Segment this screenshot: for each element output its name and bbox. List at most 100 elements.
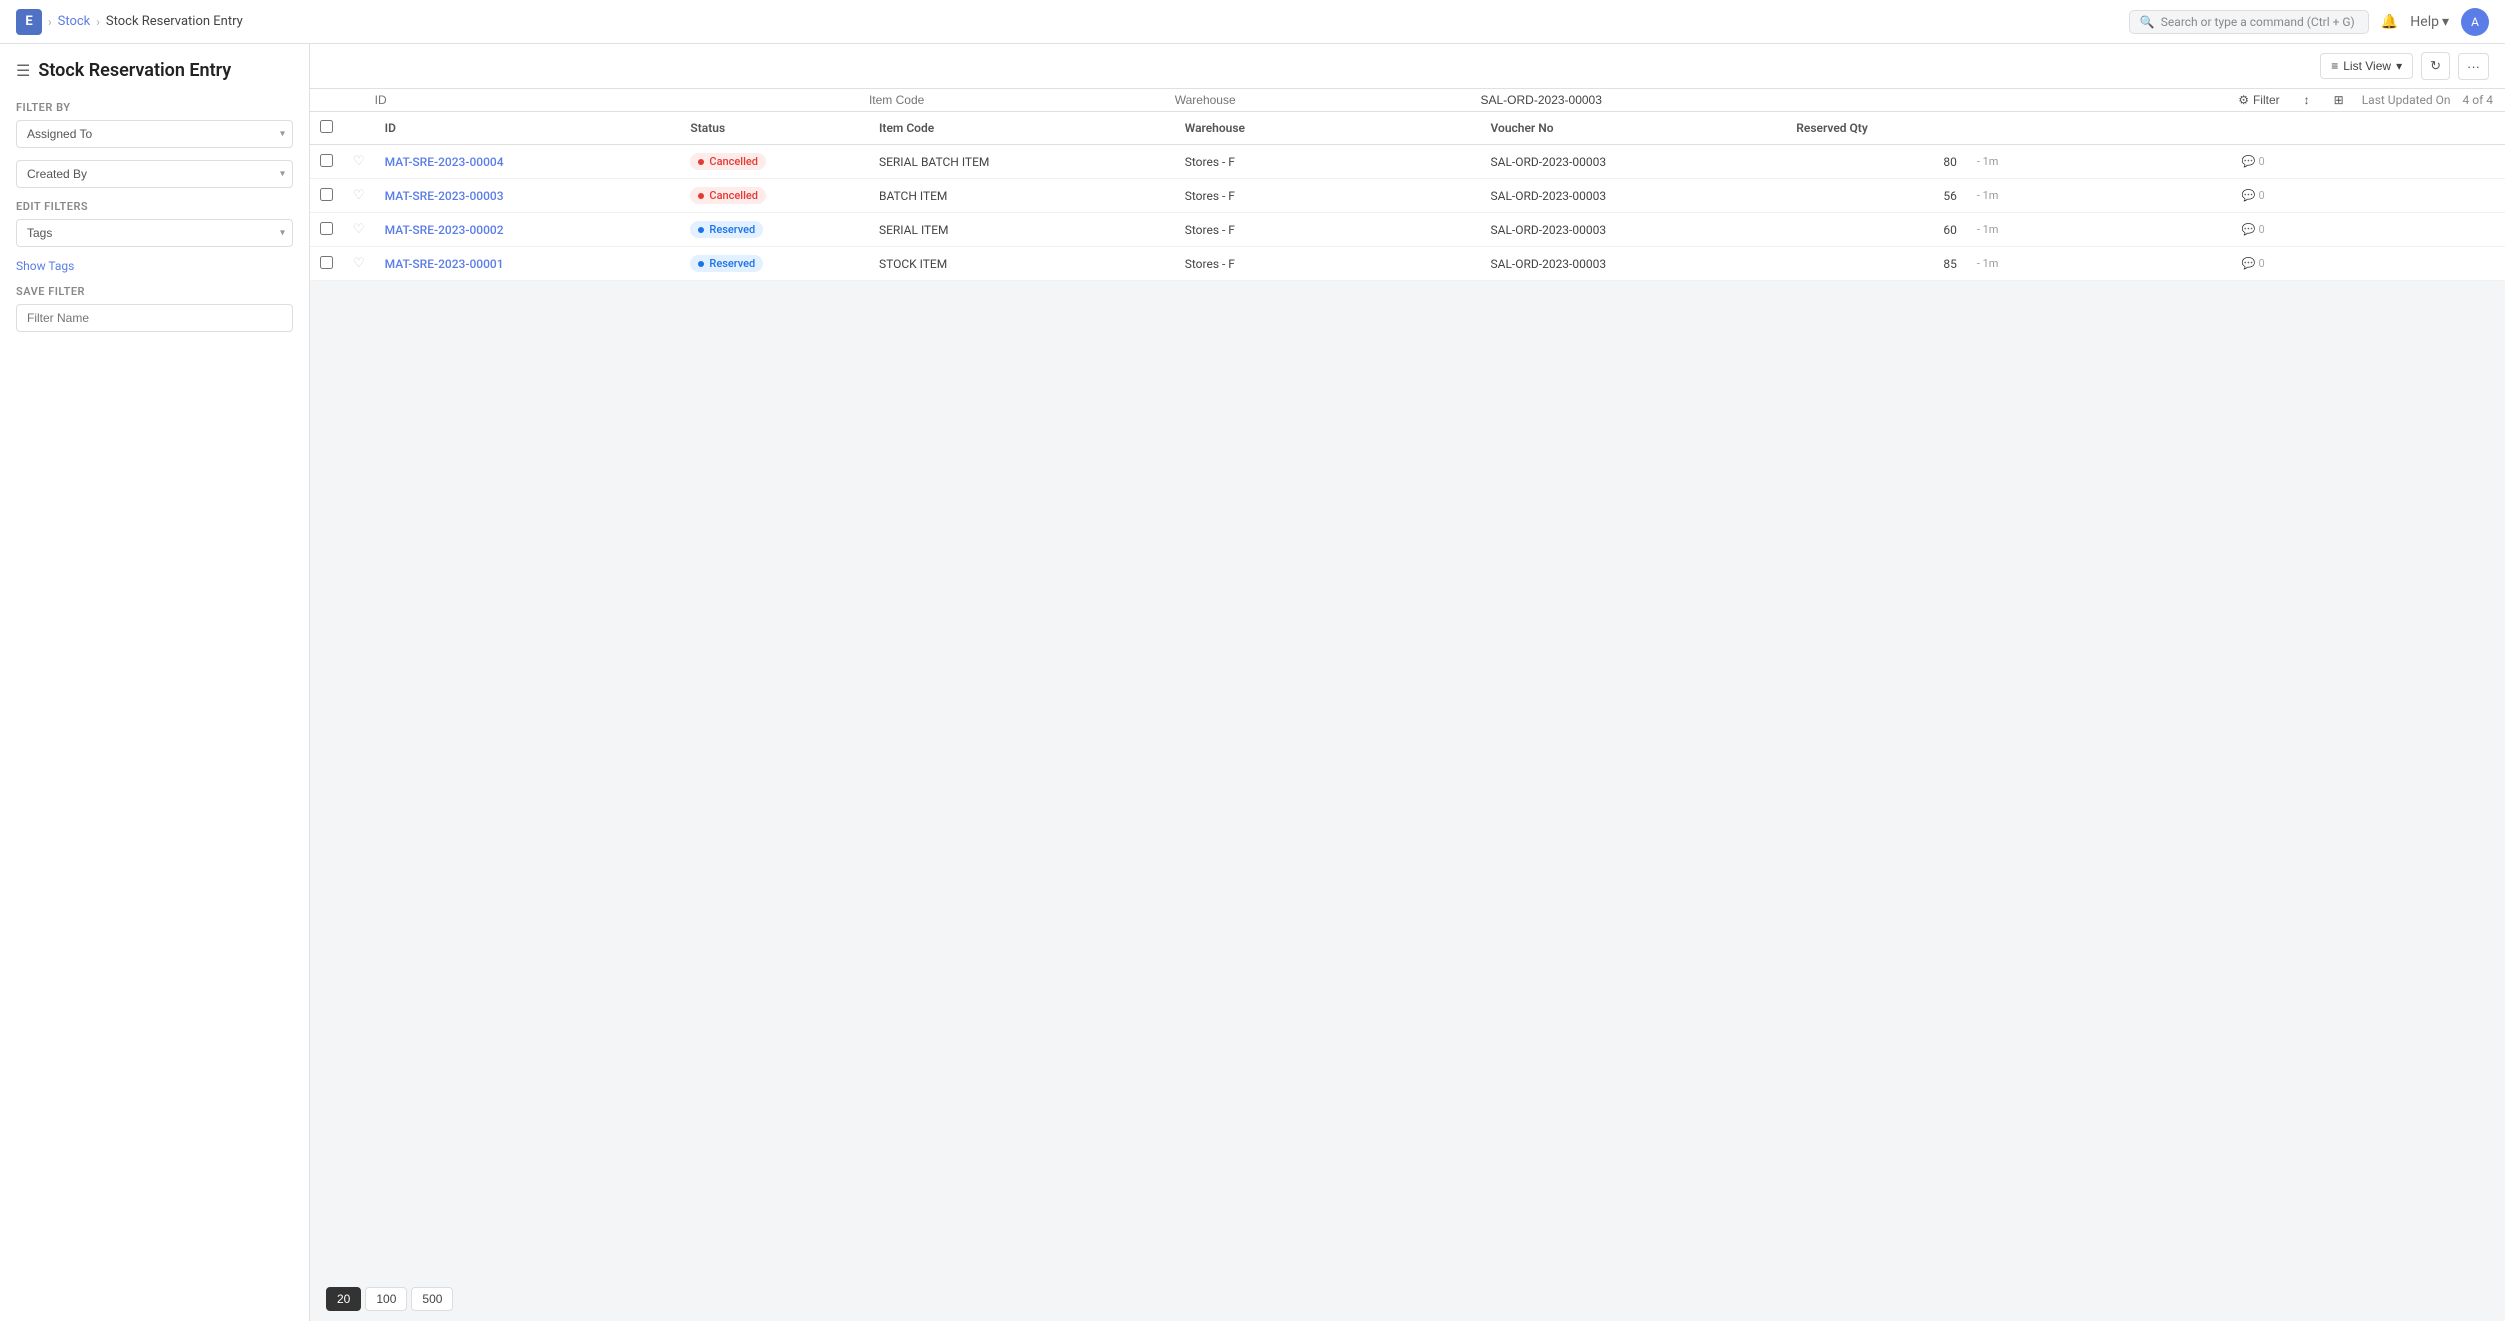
row-id-link[interactable]: MAT-SRE-2023-00004 (385, 155, 504, 169)
main-header: ≡ List View ▾ ↻ ··· (310, 44, 2505, 89)
row-comments-cell: 💬 0 (2232, 213, 2505, 247)
notification-bell-icon[interactable]: 🔔 (2381, 14, 2398, 30)
comment-icon: 💬 (2242, 223, 2256, 236)
created-by-select[interactable]: Created By (16, 160, 293, 188)
filter-button[interactable]: ⚙ Filter (2232, 89, 2285, 111)
filter-fav-col (343, 89, 375, 112)
row-checkbox-cell (310, 179, 343, 213)
row-comments-cell: 💬 0 (2232, 145, 2505, 179)
select-all-col (310, 112, 343, 145)
list-view-icon: ≡ (2331, 59, 2338, 73)
filter-item-code-cell (869, 89, 1175, 112)
filter-item-code-input[interactable] (869, 93, 1175, 107)
assigned-to-select-wrap: Assigned To ▾ (16, 120, 293, 148)
row-fav-cell: ♡ (343, 213, 375, 247)
status-dot-icon (698, 193, 704, 199)
show-tags-link[interactable]: Show Tags (16, 259, 293, 273)
column-header-row: ID Status Item Code Warehouse Voucher No… (310, 112, 2505, 145)
row-id-cell: MAT-SRE-2023-00002 (375, 213, 681, 247)
breadcrumb-sep-2: › (96, 15, 100, 29)
row-item-code-cell: BATCH ITEM (869, 179, 1175, 213)
row-checkbox[interactable] (320, 222, 333, 235)
app-icon: E (16, 9, 42, 35)
topbar-left: E › Stock › Stock Reservation Entry (16, 9, 243, 35)
row-status-cell: Reserved (680, 213, 869, 247)
filter-id-input[interactable] (375, 93, 681, 107)
filter-name-input[interactable] (16, 304, 293, 332)
filter-button-label: Filter (2253, 93, 2280, 107)
filter-voucher-cell (1481, 89, 1787, 112)
filter-warehouse-input[interactable] (1175, 93, 1481, 107)
filter-qty-cell (1786, 89, 1967, 112)
favorite-icon[interactable]: ♡ (353, 256, 365, 271)
row-qty-cell: 85 (1786, 247, 1967, 281)
row-voucher-cell: SAL-ORD-2023-00003 (1481, 247, 1787, 281)
table-row: ♡ MAT-SRE-2023-00002 Reserved SERIAL ITE… (310, 213, 2505, 247)
id-header[interactable]: ID (375, 112, 681, 145)
page-title-text: Stock Reservation Entry (38, 60, 231, 81)
page-size-100[interactable]: 100 (365, 1287, 407, 1311)
time-header (1967, 112, 2232, 145)
row-fav-cell: ♡ (343, 247, 375, 281)
filter-voucher-input[interactable] (1481, 93, 1787, 107)
help-button[interactable]: Help ▾ (2410, 14, 2449, 30)
select-all-checkbox[interactable] (320, 120, 333, 133)
row-id-link[interactable]: MAT-SRE-2023-00002 (385, 223, 504, 237)
row-checkbox[interactable] (320, 154, 333, 167)
row-warehouse-cell: Stores - F (1175, 247, 1481, 281)
filter-id-cell (375, 89, 681, 112)
sort-button[interactable]: ↕ (2298, 89, 2316, 111)
favorite-icon[interactable]: ♡ (353, 154, 365, 169)
status-badge: Cancelled (690, 153, 766, 170)
row-fav-cell: ♡ (343, 179, 375, 213)
row-warehouse-cell: Stores - F (1175, 213, 1481, 247)
row-status-cell: Cancelled (680, 145, 869, 179)
search-icon: 🔍 (2140, 15, 2155, 29)
page-title-area: ☰ Stock Reservation Entry (16, 60, 293, 81)
page-size-500[interactable]: 500 (411, 1287, 453, 1311)
row-id-link[interactable]: MAT-SRE-2023-00001 (385, 257, 504, 271)
filter-status-cell (680, 89, 869, 112)
favorite-icon[interactable]: ♡ (353, 222, 365, 237)
global-search[interactable]: 🔍 Search or type a command (Ctrl + G) (2129, 10, 2369, 34)
avatar-button[interactable]: A (2461, 8, 2489, 36)
status-dot-icon (698, 159, 704, 165)
status-header[interactable]: Status (680, 112, 869, 145)
filter-warehouse-cell (1175, 89, 1481, 112)
row-item-code-cell: SERIAL ITEM (869, 213, 1175, 247)
comment-icon: 💬 (2242, 257, 2256, 270)
sidebar: ☰ Stock Reservation Entry Filter By Assi… (0, 44, 310, 1321)
page-size-20[interactable]: 20 (326, 1287, 361, 1311)
row-comments-cell: 💬 0 (2232, 247, 2505, 281)
row-qty-cell: 80 (1786, 145, 1967, 179)
row-qty-cell: 56 (1786, 179, 1967, 213)
breadcrumb-current: Stock Reservation Entry (106, 14, 243, 29)
voucher-no-header[interactable]: Voucher No (1481, 112, 1787, 145)
row-status-cell: Cancelled (680, 179, 869, 213)
help-chevron-icon: ▾ (2442, 14, 2449, 30)
item-code-header[interactable]: Item Code (869, 112, 1175, 145)
refresh-button[interactable]: ↻ (2421, 52, 2450, 80)
list-view-button[interactable]: ≡ List View ▾ (2320, 53, 2413, 79)
row-checkbox-cell (310, 247, 343, 281)
warehouse-header[interactable]: Warehouse (1175, 112, 1481, 145)
assigned-to-select[interactable]: Assigned To (16, 120, 293, 148)
row-time-cell: - 1m (1967, 213, 2232, 247)
row-checkbox[interactable] (320, 188, 333, 201)
row-id-link[interactable]: MAT-SRE-2023-00003 (385, 189, 504, 203)
reserved-qty-header[interactable]: Reserved Qty (1786, 112, 1967, 145)
hamburger-icon[interactable]: ☰ (16, 61, 30, 80)
breadcrumb-stock[interactable]: Stock (58, 14, 91, 29)
more-options-button[interactable]: ··· (2458, 53, 2489, 80)
row-comments-cell: 💬 0 (2232, 179, 2505, 213)
table-body: ♡ MAT-SRE-2023-00004 Cancelled SERIAL BA… (310, 145, 2505, 281)
columns-button[interactable]: ⊞ (2328, 89, 2350, 111)
tags-select[interactable]: Tags (16, 219, 293, 247)
row-qty-cell: 60 (1786, 213, 1967, 247)
favorite-icon[interactable]: ♡ (353, 188, 365, 203)
tags-select-wrap: Tags ▾ (16, 219, 293, 247)
row-checkbox[interactable] (320, 256, 333, 269)
list-table: ⚙ Filter ↕ ⊞ Last Updated On (310, 89, 2505, 281)
row-status-cell: Reserved (680, 247, 869, 281)
row-time-cell: - 1m (1967, 247, 2232, 281)
